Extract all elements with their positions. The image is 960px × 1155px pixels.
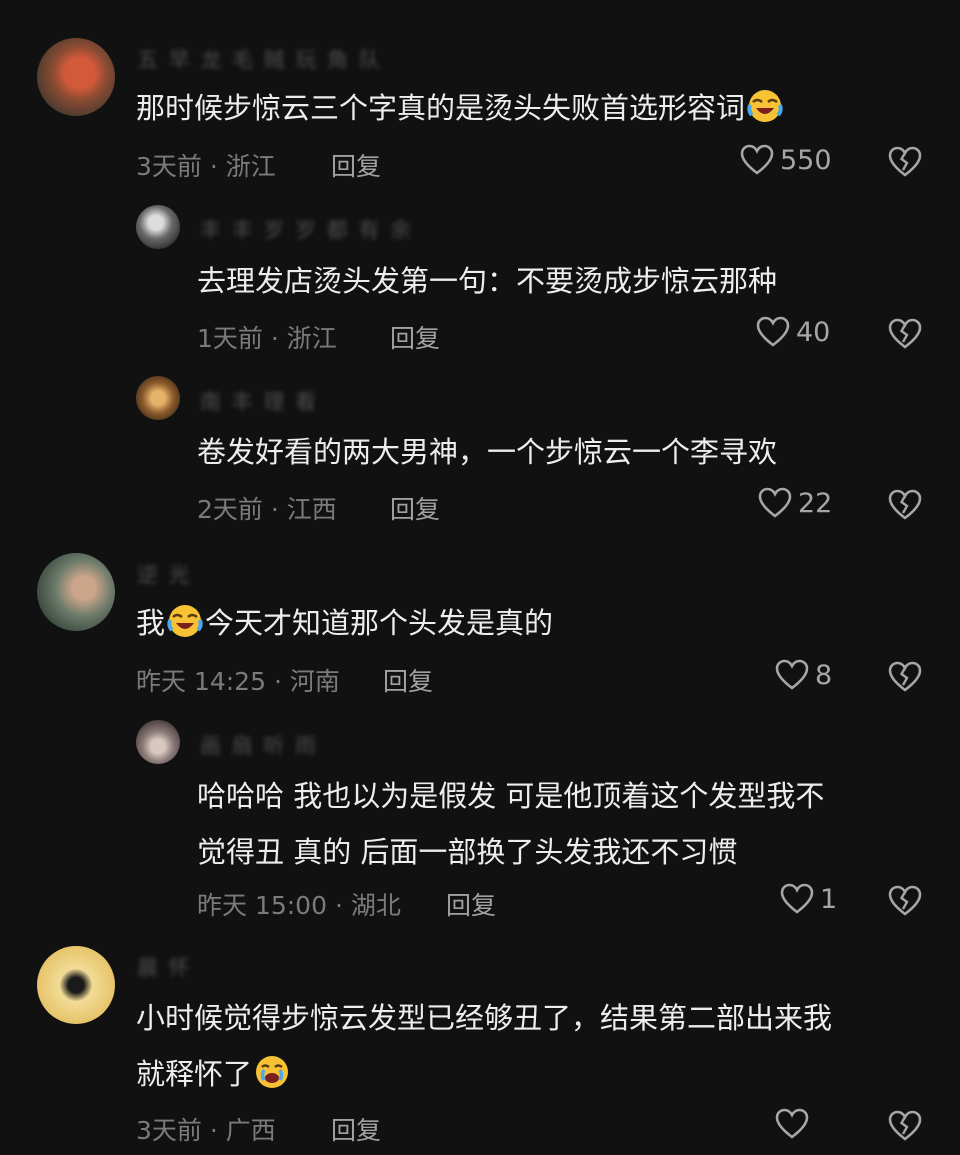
comment-text: 那时候步惊云三个字真的是烫头失败首选形容词	[136, 80, 783, 136]
username[interactable]: 逆 光	[137, 559, 192, 589]
broken-heart-icon[interactable]	[888, 661, 922, 693]
reply-button[interactable]: 回复	[331, 1111, 381, 1147]
reply-button[interactable]: 回复	[390, 490, 440, 526]
comment-text: 去理发店烫头发第一句：不要烫成步惊云那种	[197, 264, 778, 298]
avatar[interactable]	[37, 553, 115, 631]
username[interactable]: 南 丰 理 看	[200, 386, 318, 416]
broken-heart-icon[interactable]	[888, 885, 922, 917]
like-count: 550	[780, 144, 832, 176]
username[interactable]: 五 早 龙 毛 贼 玩 角 队	[137, 44, 382, 74]
reply-button[interactable]: 回复	[390, 319, 440, 355]
laughing-crying-emoji-icon	[167, 605, 203, 637]
like-button[interactable]: 8	[775, 659, 832, 691]
comment-meta: 昨天 14:25 · 河南	[136, 667, 340, 696]
like-count: 22	[798, 487, 833, 519]
like-button[interactable]: 40	[756, 316, 830, 348]
comment-text: 卷发好看的两大男神，一个步惊云一个李寻欢	[197, 435, 778, 469]
comment-text: 哈哈哈 我也以为是假发 可是他顶着这个发型我不 觉得丑 真的 后面一部换了头发我…	[197, 779, 825, 869]
username[interactable]: 晨 怀	[137, 952, 192, 982]
heart-icon	[758, 487, 792, 518]
avatar[interactable]	[37, 946, 115, 1024]
heart-icon	[775, 1108, 809, 1139]
crying-laughing-emoji-icon	[256, 1056, 289, 1088]
laughing-crying-emoji-icon	[747, 90, 783, 122]
username[interactable]: 丰 丰 岁 岁 都 有 余	[200, 214, 413, 244]
avatar[interactable]	[136, 720, 180, 764]
broken-heart-icon[interactable]	[888, 489, 922, 521]
reply-button[interactable]: 回复	[446, 886, 496, 922]
comment-text: 我今天才知道那个头发是真的	[136, 595, 553, 651]
avatar[interactable]	[136, 205, 180, 249]
comment-meta: 昨天 15:00 · 湖北	[197, 891, 401, 920]
like-button[interactable]: 22	[758, 487, 832, 519]
reply-button[interactable]: 回复	[331, 147, 381, 183]
heart-icon	[775, 659, 809, 690]
like-count: 8	[815, 659, 833, 691]
comment-meta: 1天前 · 浙江	[197, 324, 337, 353]
heart-icon	[756, 316, 790, 347]
username[interactable]: 画 扇 听 雨	[200, 730, 318, 760]
comment-meta: 2天前 · 江西	[197, 495, 337, 524]
like-button[interactable]: 550	[740, 144, 832, 176]
heart-icon	[780, 883, 814, 914]
broken-heart-icon[interactable]	[888, 146, 922, 178]
avatar[interactable]	[37, 38, 115, 116]
comment-meta: 3天前 · 浙江	[136, 152, 276, 181]
broken-heart-icon[interactable]	[888, 318, 922, 350]
like-button[interactable]	[775, 1108, 809, 1140]
like-button[interactable]: 1	[780, 883, 837, 915]
like-count: 40	[796, 316, 831, 348]
heart-icon	[740, 144, 774, 175]
broken-heart-icon[interactable]	[888, 1110, 922, 1142]
reply-button[interactable]: 回复	[383, 662, 433, 698]
avatar[interactable]	[136, 376, 180, 420]
comment-text: 小时候觉得步惊云发型已经够丑了，结果第二部出来我 就释怀了	[136, 1001, 833, 1091]
comment-meta: 3天前 · 广西	[136, 1116, 276, 1145]
like-count: 1	[820, 883, 838, 915]
